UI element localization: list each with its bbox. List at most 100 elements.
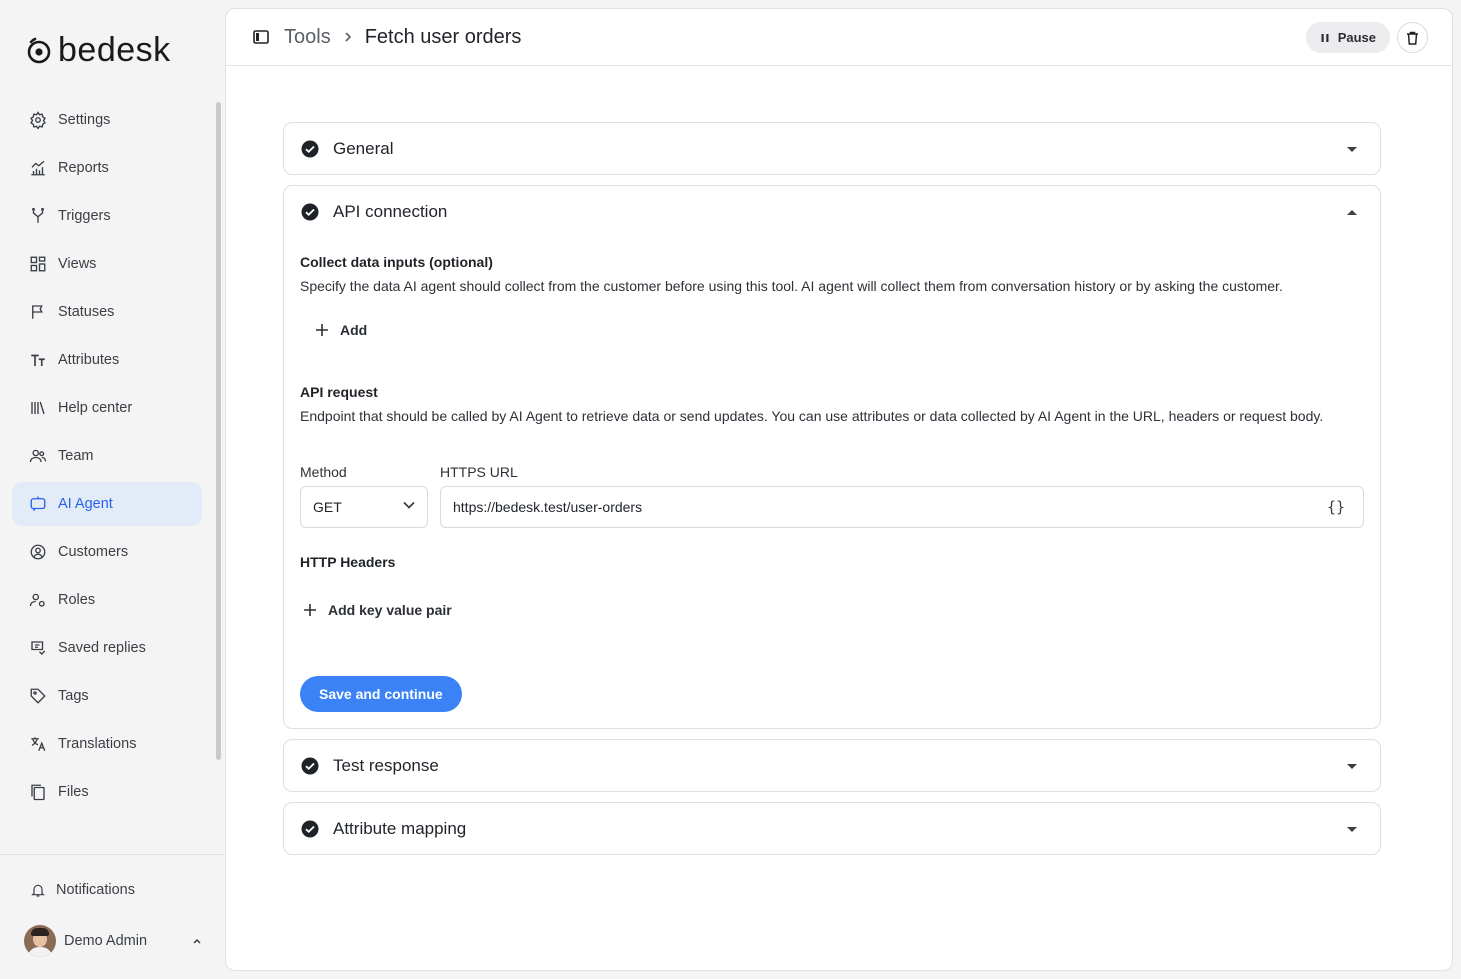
caret-up-icon (1346, 206, 1358, 218)
sidebar-item-label: Views (58, 256, 97, 272)
panel-test-response: Test response (283, 739, 1381, 792)
url-label: HTTPS URL (440, 464, 518, 480)
check-circle-icon (301, 820, 319, 838)
sidebar-item-ai-agent[interactable]: AI Agent (12, 482, 202, 526)
sidebar-item-views[interactable]: Views (12, 242, 202, 286)
add-key-value-label: Add key value pair (328, 602, 452, 618)
chat-bot-icon (28, 494, 48, 514)
saved-replies-icon (28, 638, 48, 658)
method-value: GET (313, 499, 342, 515)
caret-down-icon (1346, 760, 1358, 772)
pause-button[interactable]: Pause (1305, 22, 1390, 53)
sidebar-item-label: AI Agent (58, 496, 113, 512)
sidebar-item-translations[interactable]: Translations (12, 722, 202, 766)
pause-icon (1321, 33, 1329, 42)
add-key-value-button[interactable]: Add key value pair (304, 602, 452, 618)
sidebar-item-customers[interactable]: Customers (12, 530, 202, 574)
panel-api-connection: API connection Collect data inputs (opti… (283, 185, 1381, 729)
sidebar-item-label: Customers (58, 544, 129, 560)
sidebar-item-label: Tags (58, 688, 89, 704)
sidebar-item-label: Statuses (58, 304, 115, 320)
api-request-title: API request (300, 384, 378, 400)
sidebar-scrollbar[interactable] (216, 102, 221, 760)
sidebar-item-label: Saved replies (58, 640, 146, 656)
method-label: Method (300, 464, 347, 480)
sidebar-item-team[interactable]: Team (12, 434, 202, 478)
user-name: Demo Admin (64, 933, 148, 949)
sidebar-item-reports[interactable]: Reports (12, 146, 202, 190)
panel-test-header[interactable]: Test response (284, 740, 1380, 792)
text-icon (28, 350, 48, 370)
sidebar-item-label: Translations (58, 736, 137, 752)
panel-title: Test response (333, 756, 439, 775)
sidebar-item-statuses[interactable]: Statuses (12, 290, 202, 334)
add-input-button[interactable]: Add (316, 322, 367, 338)
method-select[interactable]: GET (300, 486, 428, 528)
caret-down-icon (1346, 143, 1358, 155)
plus-icon (316, 324, 328, 336)
panel-general-header[interactable]: General (284, 123, 1380, 175)
notifications-link[interactable]: Notifications (28, 880, 135, 900)
check-circle-icon (301, 140, 319, 158)
brand-logo[interactable]: bedesk (24, 30, 171, 70)
sidebar-item-label: Settings (58, 112, 111, 128)
books-icon (28, 398, 48, 418)
sidebar-item-attributes[interactable]: Attributes (12, 338, 202, 382)
caret-down-icon (1346, 823, 1358, 835)
brand-name: bedesk (58, 31, 171, 69)
panel-title: API connection (333, 202, 448, 221)
sidebar-divider (0, 854, 224, 855)
sidebar-item-roles[interactable]: Roles (12, 578, 202, 622)
plus-icon (304, 604, 316, 616)
grid-icon (28, 254, 48, 274)
translate-icon (28, 734, 48, 754)
chevron-down-icon (403, 501, 415, 509)
sidebar-item-settings[interactable]: Settings (12, 98, 202, 142)
bedesk-logo-icon (27, 37, 51, 64)
panel-title: Attribute mapping (333, 819, 467, 838)
sidebar: bedesk Settings Reports Triggers Views S… (0, 0, 224, 979)
sidebar-item-label: Team (58, 448, 94, 464)
top-bar: Tools Fetch user orders Pause (226, 9, 1452, 66)
trash-icon (1407, 31, 1418, 45)
user-menu[interactable]: Demo Admin (24, 925, 204, 957)
check-circle-icon (301, 203, 319, 221)
files-icon (28, 782, 48, 802)
chevron-right-icon (343, 31, 353, 43)
chevron-up-icon (190, 934, 204, 948)
panel-api-header[interactable]: API connection (284, 186, 1380, 238)
user-gear-icon (28, 590, 48, 610)
main-content: Tools Fetch user orders Pause General AP… (225, 8, 1453, 971)
sidebar-item-label: Attributes (58, 352, 120, 368)
panel-mapping-header[interactable]: Attribute mapping (284, 803, 1380, 855)
sidebar-item-label: Files (58, 784, 89, 800)
braces-icon[interactable]: {} (1327, 498, 1345, 516)
panel-title: General (333, 139, 394, 158)
pause-label: Pause (1337, 30, 1376, 45)
url-value: https://bedesk.test/user-orders (453, 499, 643, 515)
notifications-label: Notifications (56, 882, 135, 898)
delete-button[interactable] (1397, 22, 1428, 53)
collect-inputs-title: Collect data inputs (optional) (300, 254, 493, 270)
sidebar-item-tags[interactable]: Tags (12, 674, 202, 718)
sidebar-item-label: Reports (58, 160, 109, 176)
sidebar-nav: Settings Reports Triggers Views Statuses… (12, 98, 202, 818)
tag-icon (28, 686, 48, 706)
sidebar-item-saved-replies[interactable]: Saved replies (12, 626, 202, 670)
save-and-continue-button[interactable]: Save and continue (300, 676, 462, 712)
http-headers-title: HTTP Headers (300, 554, 396, 570)
bell-icon (28, 880, 48, 900)
chart-icon (28, 158, 48, 178)
api-request-description: Endpoint that should be called by AI Age… (300, 408, 1324, 424)
sidebar-item-files[interactable]: Files (12, 770, 202, 814)
sidebar-item-label: Triggers (58, 208, 111, 224)
sidebar-item-help-center[interactable]: Help center (12, 386, 202, 430)
sidebar-item-label: Roles (58, 592, 96, 608)
people-icon (28, 446, 48, 466)
breadcrumb-parent[interactable]: Tools (284, 26, 331, 49)
add-input-label: Add (340, 322, 368, 338)
sidebar-toggle-icon[interactable] (252, 28, 270, 46)
url-input[interactable]: https://bedesk.test/user-orders {} (440, 486, 1364, 528)
page-title: Fetch user orders (364, 25, 522, 48)
sidebar-item-triggers[interactable]: Triggers (12, 194, 202, 238)
